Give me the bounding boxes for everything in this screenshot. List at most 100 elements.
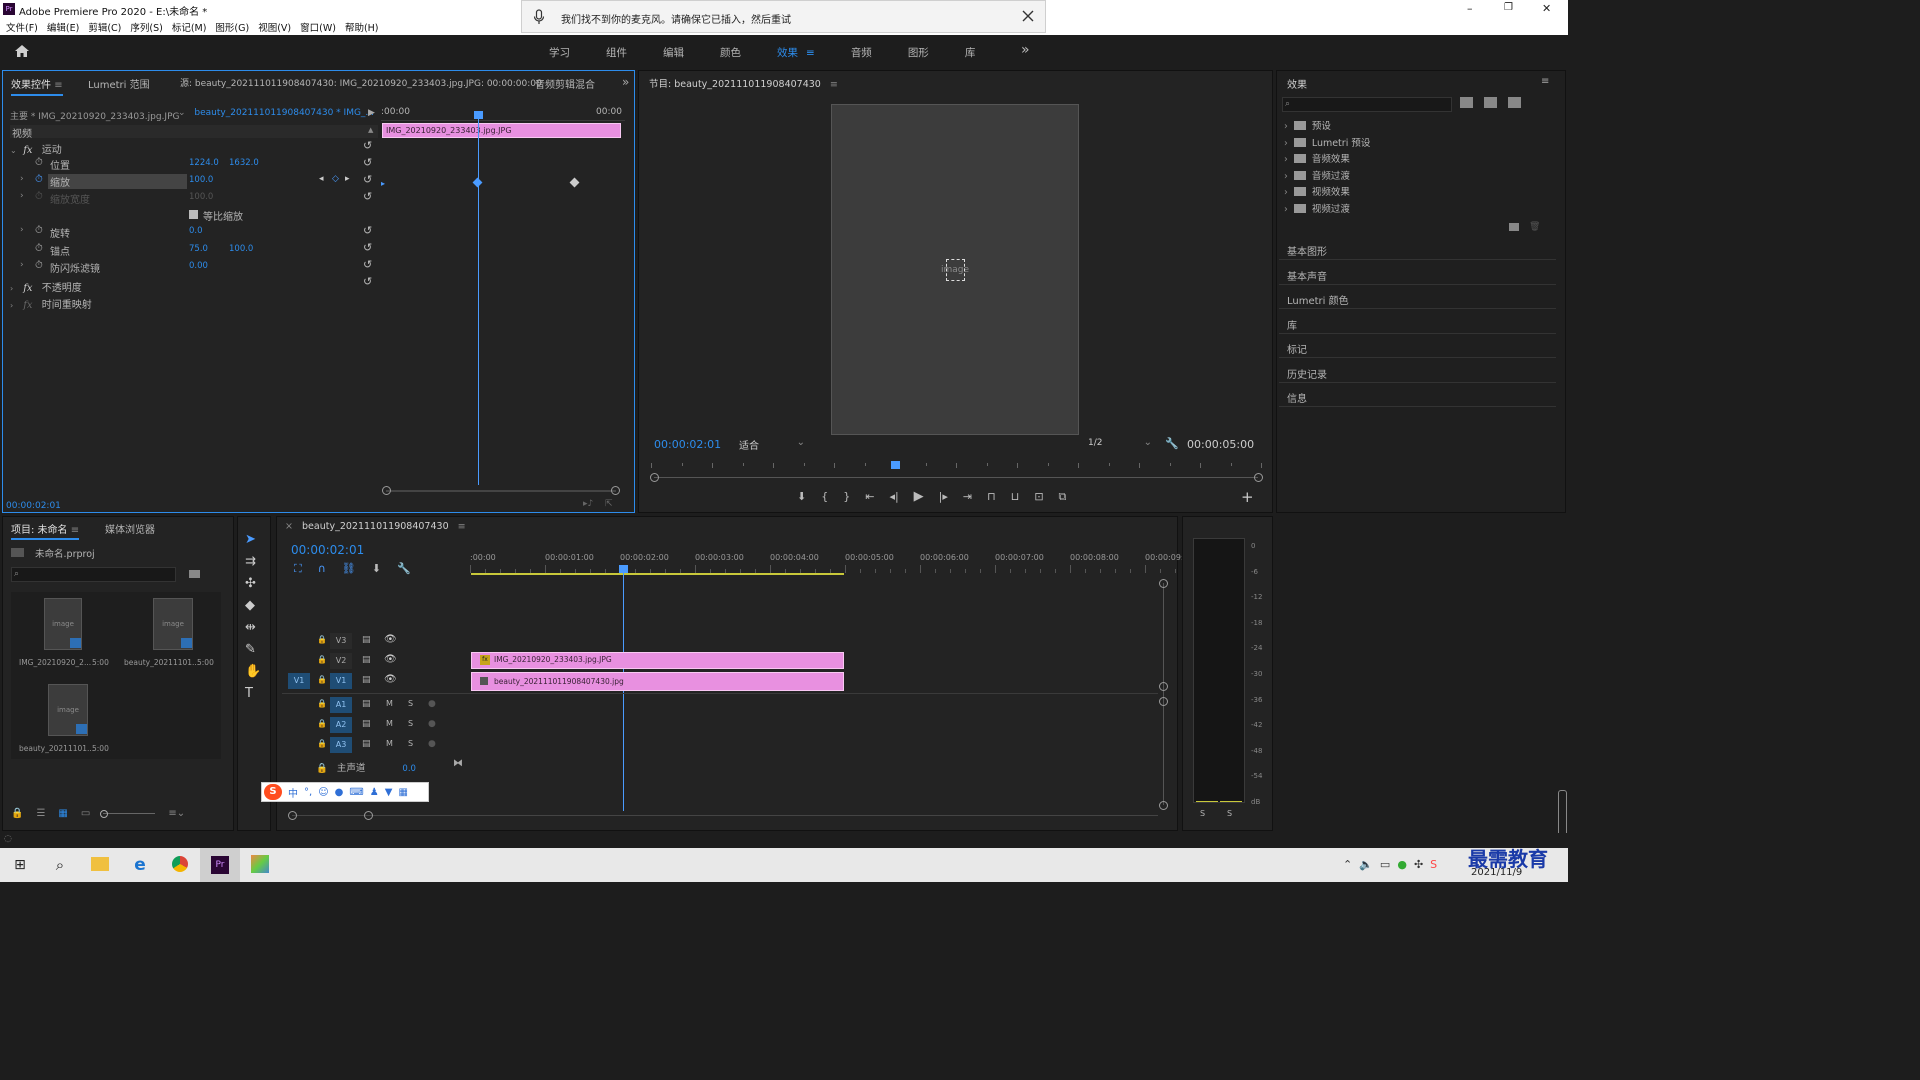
effects-section[interactable]: Lumetri 颜色: [1279, 286, 1556, 309]
track-select-tool-icon[interactable]: ⇉: [245, 554, 261, 569]
export-icon[interactable]: ⇱: [605, 499, 613, 509]
workspace-tab[interactable]: 学习: [549, 45, 570, 60]
lumetri-scopes-tab[interactable]: Lumetri 范围: [88, 76, 150, 91]
effects-section[interactable]: 标记: [1279, 335, 1556, 358]
list-view-icon[interactable]: ☰: [36, 808, 45, 819]
eye-icon[interactable]: 👁: [384, 674, 397, 685]
checkbox-icon[interactable]: [189, 210, 198, 219]
expand-motion-icon[interactable]: ⌄: [10, 146, 20, 155]
workspace-tab[interactable]: 组件: [606, 45, 627, 60]
tray-app-icon[interactable]: ●: [1397, 858, 1407, 871]
property-value[interactable]: 100.0: [189, 192, 213, 202]
stopwatch-icon[interactable]: ⏱: [35, 157, 43, 168]
effects-tree-item[interactable]: › 视频过渡: [1284, 201, 1350, 215]
expand-arrow-icon[interactable]: ›: [1284, 121, 1288, 132]
scroll-handle[interactable]: [1159, 801, 1168, 810]
network-icon[interactable]: ▭: [1380, 858, 1390, 871]
scroll-handle-right[interactable]: [364, 811, 373, 820]
step-forward-icon[interactable]: |▸: [939, 490, 948, 503]
property-row[interactable]: ⏱ 锚点 75.0 100.0: [0, 242, 380, 258]
mute-button[interactable]: M: [386, 739, 393, 748]
emoji-icon[interactable]: ☺: [318, 787, 328, 798]
effects-tree-item[interactable]: › Lumetri 预设: [1284, 135, 1370, 149]
stopwatch-icon[interactable]: ⏱: [35, 174, 43, 185]
media-browser-tab[interactable]: 媒体浏览器: [105, 521, 155, 536]
track-target-button[interactable]: A1: [330, 697, 352, 713]
go-to-out-icon[interactable]: ⇥: [963, 490, 972, 503]
user-icon[interactable]: ♟: [370, 787, 379, 798]
project-item[interactable]: image beauty_20211101... 5:00: [14, 682, 116, 762]
lock-icon[interactable]: 🔒: [317, 655, 327, 664]
reset-icon[interactable]: ↺: [363, 156, 372, 169]
track-target-button[interactable]: V2: [330, 653, 352, 669]
linked-selection-icon[interactable]: ⛓: [342, 562, 356, 576]
audio-clip-mixer-tab[interactable]: 音频剪辑混合: [535, 76, 595, 91]
property-value[interactable]: 1224.0: [189, 158, 219, 168]
expand-arrow-icon[interactable]: ›: [20, 174, 24, 184]
eye-icon[interactable]: 👁: [384, 634, 397, 645]
stopwatch-icon[interactable]: ⏱: [35, 243, 43, 254]
volume-icon[interactable]: 🔈: [1359, 858, 1373, 871]
v1-clip[interactable]: beauty_202111011908407430.jpg: [471, 672, 844, 691]
reset-icon[interactable]: ↺: [363, 258, 372, 271]
mute-button[interactable]: M: [386, 699, 393, 708]
toolbox-icon[interactable]: ▦: [398, 787, 407, 798]
mark-in-icon[interactable]: {: [821, 490, 828, 503]
workspace-more-icon[interactable]: »: [1021, 42, 1030, 58]
menu-item[interactable]: 帮助(H): [345, 20, 379, 34]
property-row[interactable]: ⏱ 位置 1224.0 1632.0: [0, 156, 380, 172]
property-row[interactable]: › ⏱ 缩放 100.0 ◂ ◇ ▸: [0, 173, 380, 189]
effects-search-input[interactable]: ⌕: [1282, 97, 1452, 112]
program-scrollbar[interactable]: [650, 473, 1263, 482]
menu-item[interactable]: 文件(F): [6, 20, 38, 34]
ec-playhead-head[interactable]: [474, 111, 483, 119]
delete-icon[interactable]: 🗑: [1529, 222, 1540, 232]
lock-icon[interactable]: 🔒: [317, 739, 327, 748]
project-item[interactable]: image IMG_20210920_2... 5:00: [14, 596, 116, 676]
menu-item[interactable]: 序列(S): [130, 20, 162, 34]
hand-tool-icon[interactable]: ✋: [245, 664, 261, 679]
snap-icon[interactable]: ∩: [318, 562, 326, 576]
ime-toolbar[interactable]: S 中 °, ☺ ● ⌨ ♟ ▼ ▦: [261, 782, 429, 802]
fx-icon[interactable]: fx: [23, 145, 32, 156]
effect-controls-tab[interactable]: 效果控件 ≡: [11, 76, 63, 96]
workspace-tab[interactable]: 编辑: [663, 45, 684, 60]
effects-tree-item[interactable]: › 音频过渡: [1284, 168, 1350, 182]
yuv-effects-icon[interactable]: [1508, 97, 1521, 108]
lock-icon[interactable]: 🔒: [317, 719, 327, 728]
lock-icon[interactable]: 🔒: [317, 635, 327, 644]
sync-lock-icon[interactable]: ▤: [362, 719, 371, 729]
expand-arrow-icon[interactable]: ›: [20, 260, 24, 270]
reset-icon[interactable]: ↺: [363, 224, 372, 237]
nest-icon[interactable]: ⛶: [294, 562, 302, 576]
lock-icon[interactable]: 🔒: [11, 808, 23, 819]
panel-overflow-icon[interactable]: »: [622, 75, 629, 89]
timeline-hscroll[interactable]: [288, 811, 1158, 820]
timeline-playhead-head[interactable]: [619, 565, 628, 573]
lock-icon[interactable]: 🔒: [317, 699, 327, 708]
program-time-ruler[interactable]: [651, 461, 1262, 473]
scroll-up-icon[interactable]: ▲: [368, 126, 373, 134]
sync-lock-icon[interactable]: ▤: [362, 635, 371, 645]
track-target-button[interactable]: V1: [330, 673, 352, 689]
effects-section[interactable]: 基本声音: [1279, 262, 1556, 285]
next-keyframe-icon[interactable]: ▸: [345, 174, 350, 184]
lock-icon[interactable]: 🔒: [316, 763, 328, 774]
32bit-effects-icon[interactable]: [1484, 97, 1497, 108]
effects-section[interactable]: 历史记录: [1279, 360, 1556, 383]
new-bin-icon[interactable]: [1509, 223, 1519, 231]
mute-button[interactable]: M: [386, 719, 393, 728]
go-to-end-icon[interactable]: ⧓: [453, 758, 463, 769]
home-icon[interactable]: [14, 44, 30, 58]
ec-zoom-scroll[interactable]: [382, 486, 620, 495]
scroll-handle[interactable]: [1159, 682, 1168, 691]
sync-lock-icon[interactable]: ▤: [362, 739, 371, 749]
windows-start-icon[interactable]: ⊞: [0, 857, 40, 873]
v2-clip[interactable]: fx IMG_20210920_233403.jpg.JPG: [471, 652, 844, 669]
reset-icon[interactable]: ↺: [363, 173, 372, 186]
motion-effect-row[interactable]: ⌄ fx 运动: [10, 141, 62, 156]
property-row[interactable]: › ⏱ 缩放宽度 100.0: [0, 190, 380, 206]
project-item[interactable]: image beauty_20211101... 5:00: [119, 596, 221, 676]
sequence-clip-dropdown[interactable]: ⌄ beauty_202111011908407430 * IMG_...: [178, 108, 374, 118]
eye-icon[interactable]: 👁: [384, 654, 397, 665]
